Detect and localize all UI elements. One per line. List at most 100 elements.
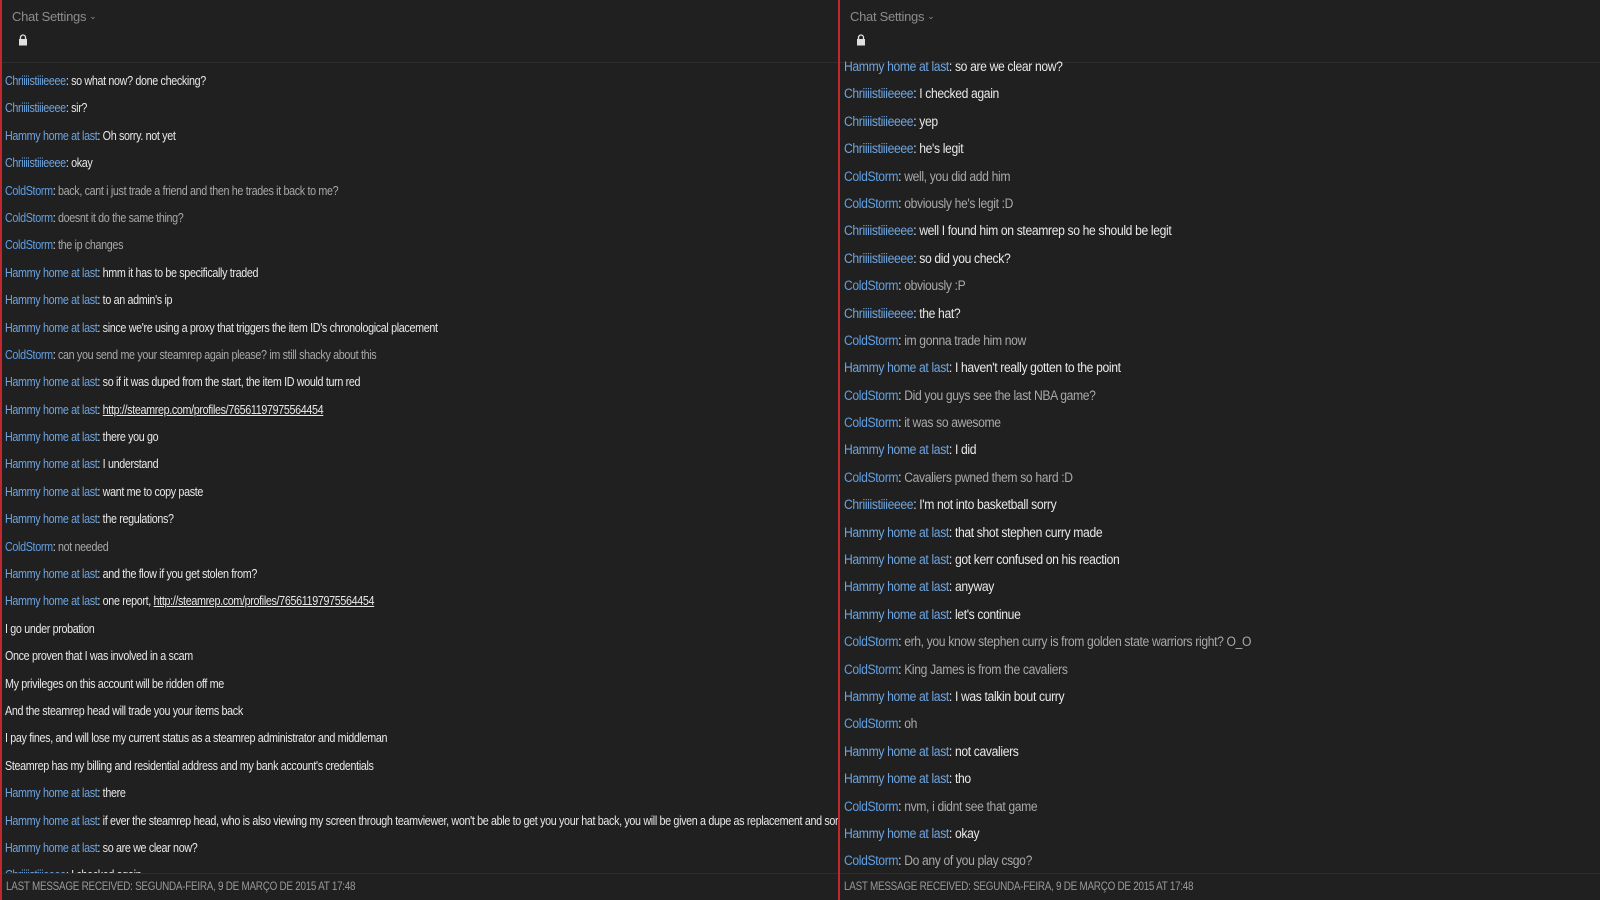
message-text: anyway bbox=[954, 579, 995, 595]
message-author[interactable]: Hammy home at last bbox=[844, 525, 949, 540]
message-author[interactable]: Hammy home at last bbox=[844, 59, 949, 74]
message-author[interactable]: ColdStorm bbox=[844, 662, 899, 677]
chat-message: Chriiiistiiieeee: yep bbox=[844, 108, 1524, 135]
chat-settings-dropdown[interactable]: Chat Settings ⌄ bbox=[850, 9, 935, 24]
message-text: okay bbox=[954, 825, 980, 841]
lock-icon[interactable] bbox=[18, 34, 28, 46]
message-author[interactable]: ColdStorm bbox=[844, 470, 899, 485]
message-author[interactable]: Chriiiistiiieeee bbox=[844, 251, 914, 266]
message-text: hmm it has to be specifically traded bbox=[102, 265, 259, 280]
message-author[interactable]: ColdStorm bbox=[5, 348, 53, 362]
message-author[interactable]: Hammy home at last bbox=[844, 552, 949, 567]
message-author[interactable]: Hammy home at last bbox=[844, 689, 949, 704]
chat-message: Hammy home at last: to an admin's ip bbox=[5, 287, 721, 314]
message-author[interactable]: Hammy home at last bbox=[5, 594, 98, 608]
message-author[interactable]: ColdStorm bbox=[844, 716, 899, 731]
message-author[interactable]: Chriiiistiiieeee bbox=[5, 101, 66, 115]
message-author[interactable]: Hammy home at last bbox=[844, 442, 949, 457]
chat-message: Hammy home at last: there you go bbox=[5, 424, 721, 451]
message-author[interactable]: Chriiiistiiieeee bbox=[844, 114, 914, 129]
chat-message: My privileges on this account will be ri… bbox=[5, 671, 721, 698]
chat-message: Chriiiistiiieeee: well I found him on st… bbox=[844, 217, 1524, 244]
message-author[interactable]: ColdStorm bbox=[844, 799, 899, 814]
message-author[interactable]: Chriiiistiiieeee bbox=[844, 86, 914, 101]
message-author[interactable]: Hammy home at last bbox=[5, 567, 98, 581]
message-text: there you go bbox=[102, 430, 159, 445]
message-author[interactable]: Hammy home at last bbox=[5, 485, 98, 499]
message-text: nvm, i didnt see that game bbox=[904, 798, 1038, 814]
message-author[interactable]: ColdStorm bbox=[844, 634, 899, 649]
message-text: and the flow if you get stolen from? bbox=[102, 567, 258, 582]
message-author[interactable]: ColdStorm bbox=[5, 184, 53, 198]
message-author[interactable]: ColdStorm bbox=[844, 853, 899, 868]
message-author[interactable]: Chriiiistiiieeee bbox=[5, 74, 66, 88]
message-author[interactable]: Hammy home at last bbox=[844, 607, 949, 622]
message-author[interactable]: Hammy home at last bbox=[844, 744, 949, 759]
message-author[interactable]: Hammy home at last bbox=[5, 457, 98, 471]
message-author[interactable]: Chriiiistiiieeee bbox=[844, 306, 914, 321]
message-author[interactable]: Hammy home at last bbox=[5, 375, 98, 389]
message-author[interactable]: ColdStorm bbox=[844, 388, 899, 403]
chat-settings-dropdown[interactable]: Chat Settings ⌄ bbox=[12, 9, 97, 24]
message-text: the hat? bbox=[919, 305, 961, 321]
message-author[interactable]: Hammy home at last bbox=[844, 826, 949, 841]
message-text: so are we clear now? bbox=[102, 840, 198, 855]
message-list[interactable]: Chriiiistiiieeee: so what now? done chec… bbox=[2, 68, 838, 874]
message-link[interactable]: http://steamrep.com/profiles/76561197975… bbox=[103, 403, 324, 417]
message-author[interactable]: ColdStorm bbox=[5, 540, 53, 554]
message-text: erh, you know stephen curry is from gold… bbox=[904, 634, 1252, 650]
message-author[interactable]: Chriiiistiiieeee bbox=[844, 141, 914, 156]
message-author[interactable]: Hammy home at last bbox=[5, 786, 98, 800]
chat-message: Hammy home at last: hmm it has to be spe… bbox=[5, 260, 721, 287]
chat-message: ColdStorm: back, cant i just trade a fri… bbox=[5, 178, 721, 205]
message-author[interactable]: Hammy home at last bbox=[5, 403, 98, 417]
message-author[interactable]: ColdStorm bbox=[5, 238, 53, 252]
chat-message: ColdStorm: Did you guys see the last NBA… bbox=[844, 382, 1524, 409]
message-text: Do any of you play csgo? bbox=[904, 853, 1032, 869]
chat-message: Hammy home at last: and the flow if you … bbox=[5, 561, 721, 588]
message-text: doesnt it do the same thing? bbox=[57, 210, 184, 225]
message-text: Did you guys see the last NBA game? bbox=[904, 387, 1096, 403]
message-author[interactable]: Hammy home at last bbox=[844, 771, 949, 786]
message-text: since we're using a proxy that triggers … bbox=[102, 320, 438, 335]
chat-settings-label: Chat Settings bbox=[12, 9, 87, 24]
message-author[interactable]: ColdStorm bbox=[844, 169, 899, 184]
chat-message: I pay fines, and will lose my current st… bbox=[5, 725, 721, 752]
message-author[interactable]: Chriiiistiiieeee bbox=[844, 497, 914, 512]
message-author[interactable]: Hammy home at last bbox=[5, 293, 98, 307]
chat-message: Steamrep has my billing and residential … bbox=[5, 753, 721, 780]
message-author[interactable]: Chriiiistiiieeee bbox=[5, 156, 66, 170]
message-author[interactable]: ColdStorm bbox=[844, 415, 899, 430]
message-text: not needed bbox=[57, 539, 109, 554]
chat-message: Hammy home at last: let's continue bbox=[844, 601, 1524, 628]
message-author[interactable]: Hammy home at last bbox=[844, 360, 949, 375]
message-text: one report, bbox=[102, 594, 154, 609]
message-text: Cavaliers pwned them so hard :D bbox=[904, 469, 1073, 485]
message-author[interactable]: Hammy home at last bbox=[5, 814, 98, 828]
message-text: oh bbox=[904, 716, 917, 732]
chat-message: Hammy home at last: so are we clear now? bbox=[844, 53, 1524, 80]
message-link[interactable]: http://steamrep.com/profiles/76561197975… bbox=[154, 594, 375, 608]
lock-icon[interactable] bbox=[856, 34, 866, 46]
message-text: he's legit bbox=[919, 141, 964, 157]
last-message-status: LAST MESSAGE RECEIVED: SEGUNDA-FEIRA, 9 … bbox=[840, 873, 1600, 900]
message-text: yep bbox=[919, 113, 938, 129]
message-author[interactable]: Chriiiistiiieeee bbox=[844, 223, 914, 238]
chat-message: And the steamrep head will trade you you… bbox=[5, 698, 721, 725]
message-text: obviously he's legit :D bbox=[904, 195, 1014, 211]
message-author[interactable]: ColdStorm bbox=[844, 196, 899, 211]
chat-message: Hammy home at last: not cavaliers bbox=[844, 738, 1524, 765]
message-author[interactable]: ColdStorm bbox=[5, 211, 53, 225]
message-list[interactable]: Hammy home at last: so are we clear now?… bbox=[840, 53, 1600, 874]
message-author[interactable]: Hammy home at last bbox=[5, 129, 98, 143]
message-author[interactable]: Hammy home at last bbox=[5, 321, 98, 335]
chat-message: Chriiiistiiieeee: he's legit bbox=[844, 135, 1524, 162]
message-author[interactable]: Hammy home at last bbox=[844, 579, 949, 594]
message-author[interactable]: Hammy home at last bbox=[5, 266, 98, 280]
message-author[interactable]: ColdStorm bbox=[844, 333, 899, 348]
message-author[interactable]: Hammy home at last bbox=[5, 841, 98, 855]
chat-message: Chriiiistiiieeee: so did you check? bbox=[844, 245, 1524, 272]
message-author[interactable]: Hammy home at last bbox=[5, 430, 98, 444]
message-author[interactable]: Hammy home at last bbox=[5, 512, 98, 526]
message-author[interactable]: ColdStorm bbox=[844, 278, 899, 293]
